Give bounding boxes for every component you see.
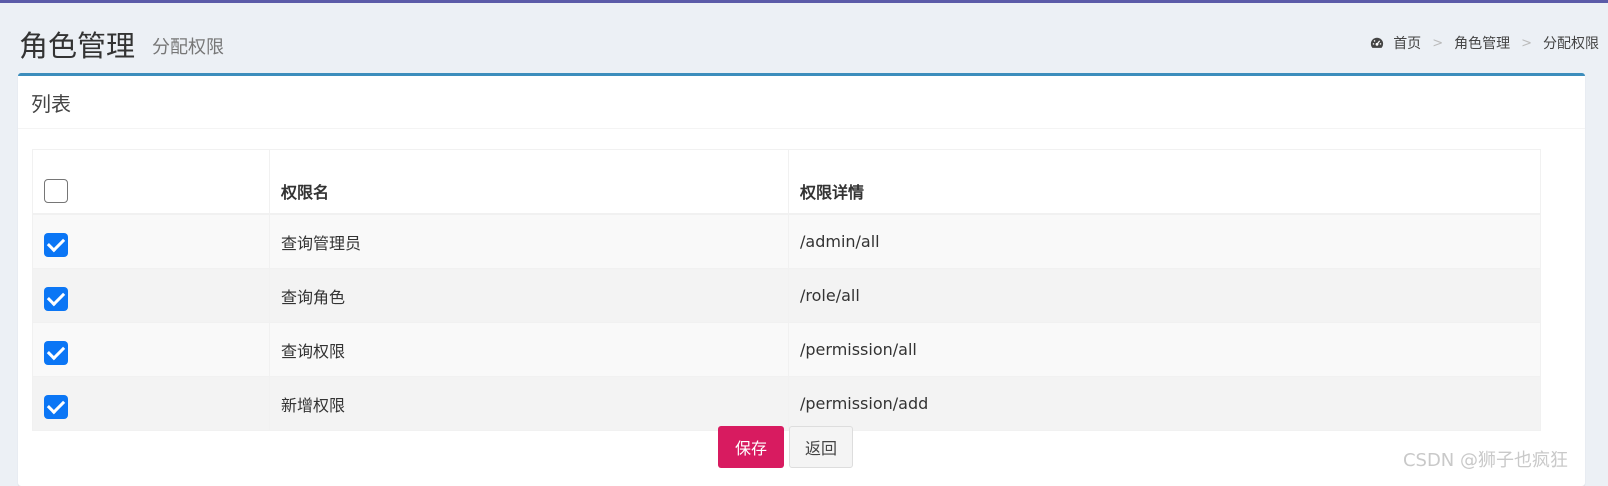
- column-header-permission-detail: 权限详情: [788, 149, 1541, 215]
- dashboard-icon: [1371, 37, 1384, 48]
- row-checkbox[interactable]: [44, 232, 68, 257]
- table-row: 查询管理员 /admin/all: [32, 213, 1541, 269]
- row-checkbox-cell: [32, 322, 270, 377]
- breadcrumb: 首页 > 角色管理 > 分配权限: [1370, 33, 1599, 53]
- page-title: 角色管理: [19, 29, 136, 63]
- table-row: 新增权限 /permission/add: [32, 376, 1541, 431]
- box-title: 列表: [31, 92, 71, 116]
- row-checkbox[interactable]: [44, 286, 68, 311]
- permission-detail: /permission/add: [788, 376, 1541, 431]
- breadcrumb-home[interactable]: 首页: [1393, 33, 1421, 53]
- row-checkbox[interactable]: [44, 394, 68, 419]
- watermark: CSDN @狮子也疯狂: [1402, 450, 1568, 471]
- select-all-checkbox[interactable]: [44, 179, 68, 203]
- permission-detail: /admin/all: [788, 213, 1541, 269]
- breadcrumb-separator: >: [1521, 35, 1532, 51]
- permission-detail: /permission/all: [788, 322, 1541, 377]
- action-buttons: 保存 返回: [718, 426, 853, 468]
- table-row: 查询权限 /permission/all: [32, 322, 1541, 377]
- permission-name: 查询角色: [269, 268, 789, 323]
- content-header: 角色管理 分配权限 首页 > 角色管理 > 分配权限: [19, 21, 1599, 63]
- breadcrumb-separator: >: [1432, 35, 1444, 51]
- breadcrumb-current: 分配权限: [1543, 36, 1599, 52]
- permission-name: 新增权限: [269, 376, 789, 431]
- row-checkbox[interactable]: [44, 340, 68, 365]
- table-row: 查询角色 /role/all: [32, 268, 1541, 323]
- table-header-row: 权限名 权限详情: [32, 149, 1541, 215]
- list-box: 列表 权限名 权限详情 查询管理员 /admin/all 查询角色 /role/…: [18, 73, 1585, 486]
- row-checkbox-cell: [32, 268, 270, 323]
- select-all-header: [32, 149, 270, 215]
- back-button[interactable]: 返回: [789, 426, 853, 468]
- breadcrumb-role-management[interactable]: 角色管理: [1454, 33, 1510, 53]
- row-checkbox-cell: [32, 213, 270, 269]
- box-header: 列表: [18, 76, 1585, 129]
- permission-name: 查询权限: [269, 322, 789, 377]
- column-header-permission-name: 权限名: [269, 149, 789, 215]
- permission-name: 查询管理员: [269, 213, 789, 269]
- page-subtitle: 分配权限: [152, 37, 224, 58]
- permission-table: 权限名 权限详情 查询管理员 /admin/all 查询角色 /role/all…: [32, 149, 1541, 431]
- save-button[interactable]: 保存: [718, 426, 784, 468]
- row-checkbox-cell: [32, 376, 270, 431]
- permission-detail: /role/all: [788, 268, 1541, 323]
